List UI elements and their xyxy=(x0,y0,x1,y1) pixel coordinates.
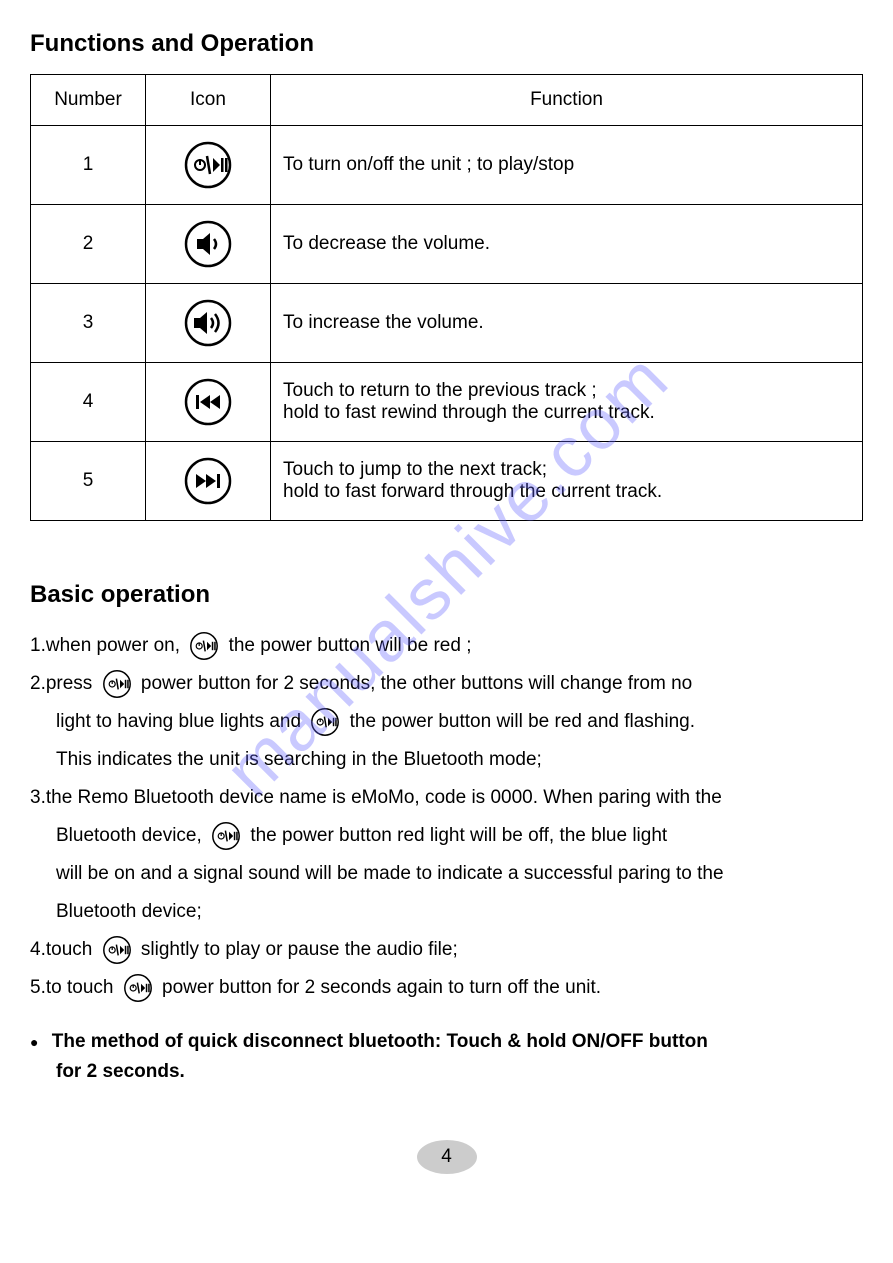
op-text: the power button red light will be off, … xyxy=(250,825,667,846)
table-row: 3 To increase the volume. xyxy=(31,284,863,363)
row-icon-cell xyxy=(146,442,271,521)
op-text: the power button will be red ; xyxy=(229,635,472,656)
op-text: the power button will be red and flashin… xyxy=(350,711,695,732)
table-header-icon: Icon xyxy=(146,75,271,126)
bullet-item: The method of quick disconnect bluetooth… xyxy=(30,1027,863,1088)
op-text: Bluetooth device; xyxy=(30,893,863,931)
power-play-icon xyxy=(183,140,233,190)
row-number: 4 xyxy=(31,363,146,442)
op-text: 2.press xyxy=(30,673,92,694)
basic-operation-list: 1.when power on, the power button will b… xyxy=(30,627,863,1088)
power-play-icon xyxy=(211,821,241,851)
row-icon-cell xyxy=(146,363,271,442)
power-play-icon xyxy=(102,935,132,965)
op-text: slightly to play or pause the audio file… xyxy=(141,939,458,960)
op-text: Bluetooth device, xyxy=(56,825,202,846)
power-play-icon xyxy=(123,973,153,1003)
table-header-number: Number xyxy=(31,75,146,126)
section-title-basic: Basic operation xyxy=(30,581,863,609)
bullet-text-cont: for 2 seconds. xyxy=(30,1057,863,1087)
row-number: 5 xyxy=(31,442,146,521)
row-function: To decrease the volume. xyxy=(271,205,863,284)
row-function: Touch to return to the previous track ; … xyxy=(271,363,863,442)
table-header-function: Function xyxy=(271,75,863,126)
op-text: 5.to touch xyxy=(30,977,113,998)
next-track-icon xyxy=(183,456,233,506)
row-icon-cell xyxy=(146,284,271,363)
op-text: power button for 2 seconds, the other bu… xyxy=(141,673,692,694)
table-row: 4 Touch to return to the previous track … xyxy=(31,363,863,442)
op-text: light to having blue lights and xyxy=(56,711,301,732)
page-number: 4 xyxy=(417,1140,477,1174)
op-text: 1.when power on, xyxy=(30,635,180,656)
row-number: 3 xyxy=(31,284,146,363)
volume-down-icon xyxy=(183,219,233,269)
power-play-icon xyxy=(310,707,340,737)
power-play-icon xyxy=(189,631,219,661)
op-text: will be on and a signal sound will be ma… xyxy=(30,855,863,893)
functions-table: Number Icon Function 1 To turn on/off th… xyxy=(30,74,863,521)
table-row: 2 To decrease the volume. xyxy=(31,205,863,284)
section-title-functions: Functions and Operation xyxy=(30,30,863,58)
row-function: Touch to jump to the next track; hold to… xyxy=(271,442,863,521)
volume-up-icon xyxy=(183,298,233,348)
table-row: 5 Touch to jump to the next track; hold … xyxy=(31,442,863,521)
op-text: power button for 2 seconds again to turn… xyxy=(162,977,601,998)
op-text: This indicates the unit is searching in … xyxy=(30,741,863,779)
power-play-icon xyxy=(102,669,132,699)
row-icon-cell xyxy=(146,126,271,205)
row-number: 1 xyxy=(31,126,146,205)
op-text: 4.touch xyxy=(30,939,92,960)
row-function: To increase the volume. xyxy=(271,284,863,363)
op-text: 3.the Remo Bluetooth device name is eMoM… xyxy=(30,787,722,808)
row-function: To turn on/off the unit ; to play/stop xyxy=(271,126,863,205)
row-number: 2 xyxy=(31,205,146,284)
row-icon-cell xyxy=(146,205,271,284)
prev-track-icon xyxy=(183,377,233,427)
table-row: 1 To turn on/off the unit ; to play/stop xyxy=(31,126,863,205)
bullet-text: The method of quick disconnect bluetooth… xyxy=(52,1031,708,1052)
